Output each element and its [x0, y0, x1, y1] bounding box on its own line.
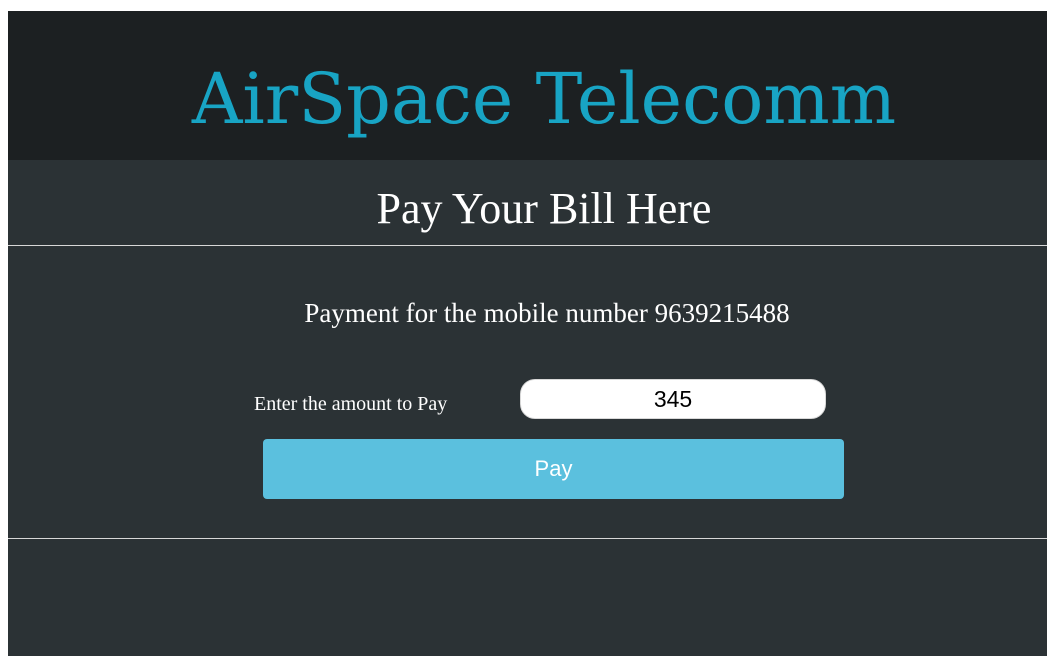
brand-title: AirSpace Telecomm [191, 58, 897, 140]
page-title: Pay Your Bill Here [376, 184, 712, 233]
amount-input[interactable] [520, 379, 826, 419]
pay-button[interactable]: Pay [263, 439, 844, 499]
page-container: AirSpace Telecomm Pay Your Bill Here Pay… [8, 8, 1047, 656]
site-header: AirSpace Telecomm [8, 11, 1047, 160]
amount-label: Enter the amount to Pay [254, 393, 448, 415]
bottom-divider [8, 538, 1047, 539]
payment-description: Payment for the mobile number 9639215488 [304, 298, 790, 328]
top-divider [8, 245, 1047, 246]
